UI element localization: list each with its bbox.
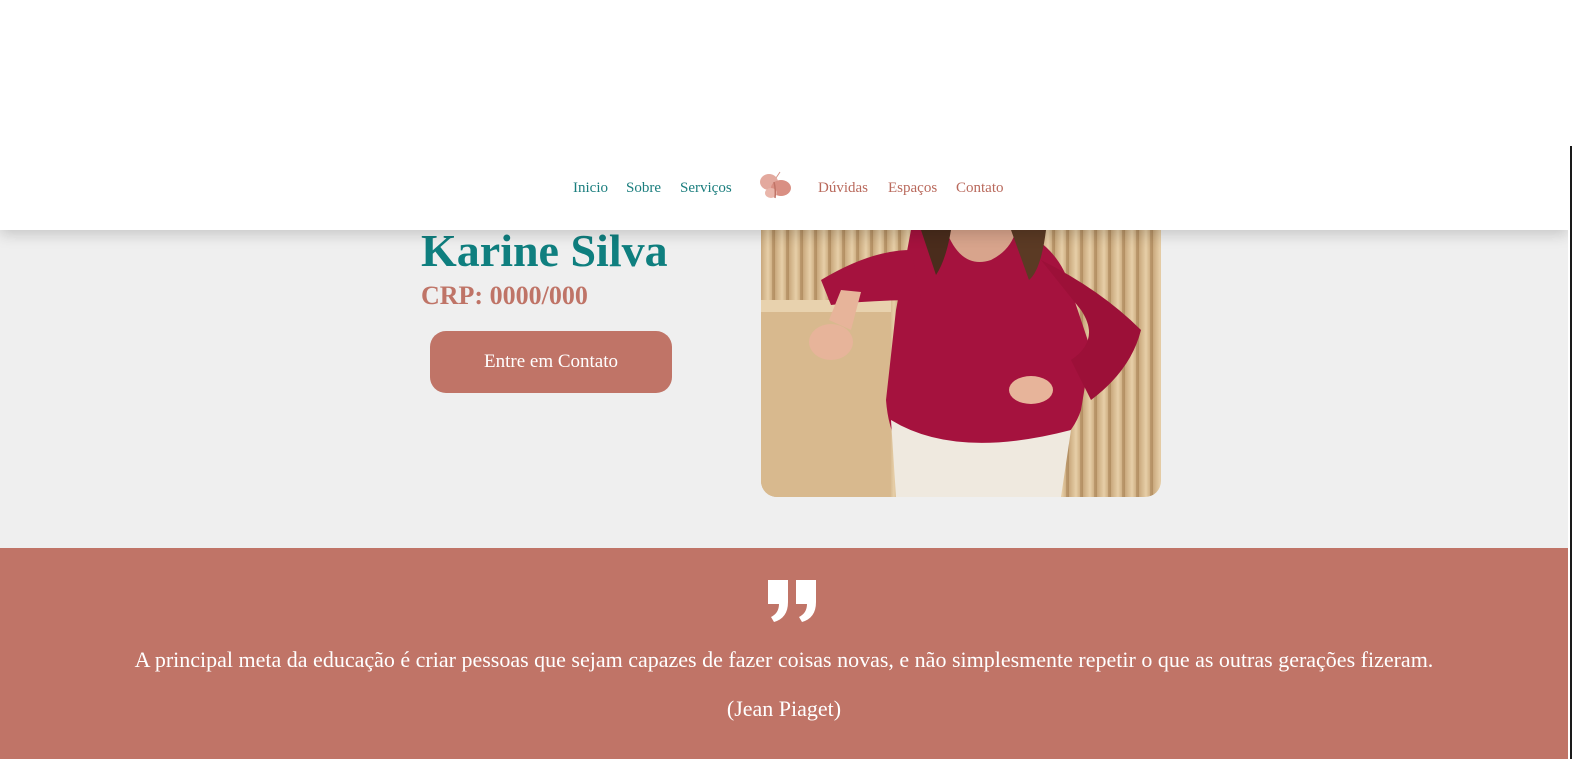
nav-link-duvidas[interactable]: Dúvidas: [818, 178, 868, 198]
contact-button[interactable]: Entre em Contato: [430, 331, 672, 393]
nav-link-contato[interactable]: Contato: [956, 178, 1004, 198]
portrait-photo: [761, 230, 1161, 497]
quote-text: A principal meta da educação é criar pes…: [134, 647, 1434, 672]
quote-author: (Jean Piaget): [726, 696, 842, 721]
nav-link-sobre[interactable]: Sobre: [626, 178, 661, 198]
site-header: Inicio Sobre Serviços Dúvidas Espaços Co…: [0, 0, 1568, 230]
quote-icon: [768, 580, 816, 622]
nav-link-inicio[interactable]: Inicio: [573, 178, 608, 198]
nav-link-espacos[interactable]: Espaços: [888, 178, 937, 198]
hero-crp: CRP: 0000/000: [421, 281, 588, 310]
nav-link-servicos[interactable]: Serviços: [680, 178, 732, 198]
scrollbar-thumb[interactable]: [1570, 146, 1585, 759]
page-scrollbar[interactable]: [1568, 0, 1585, 759]
hero-name: Karine Silva: [421, 225, 668, 276]
butterfly-icon[interactable]: [759, 170, 793, 202]
